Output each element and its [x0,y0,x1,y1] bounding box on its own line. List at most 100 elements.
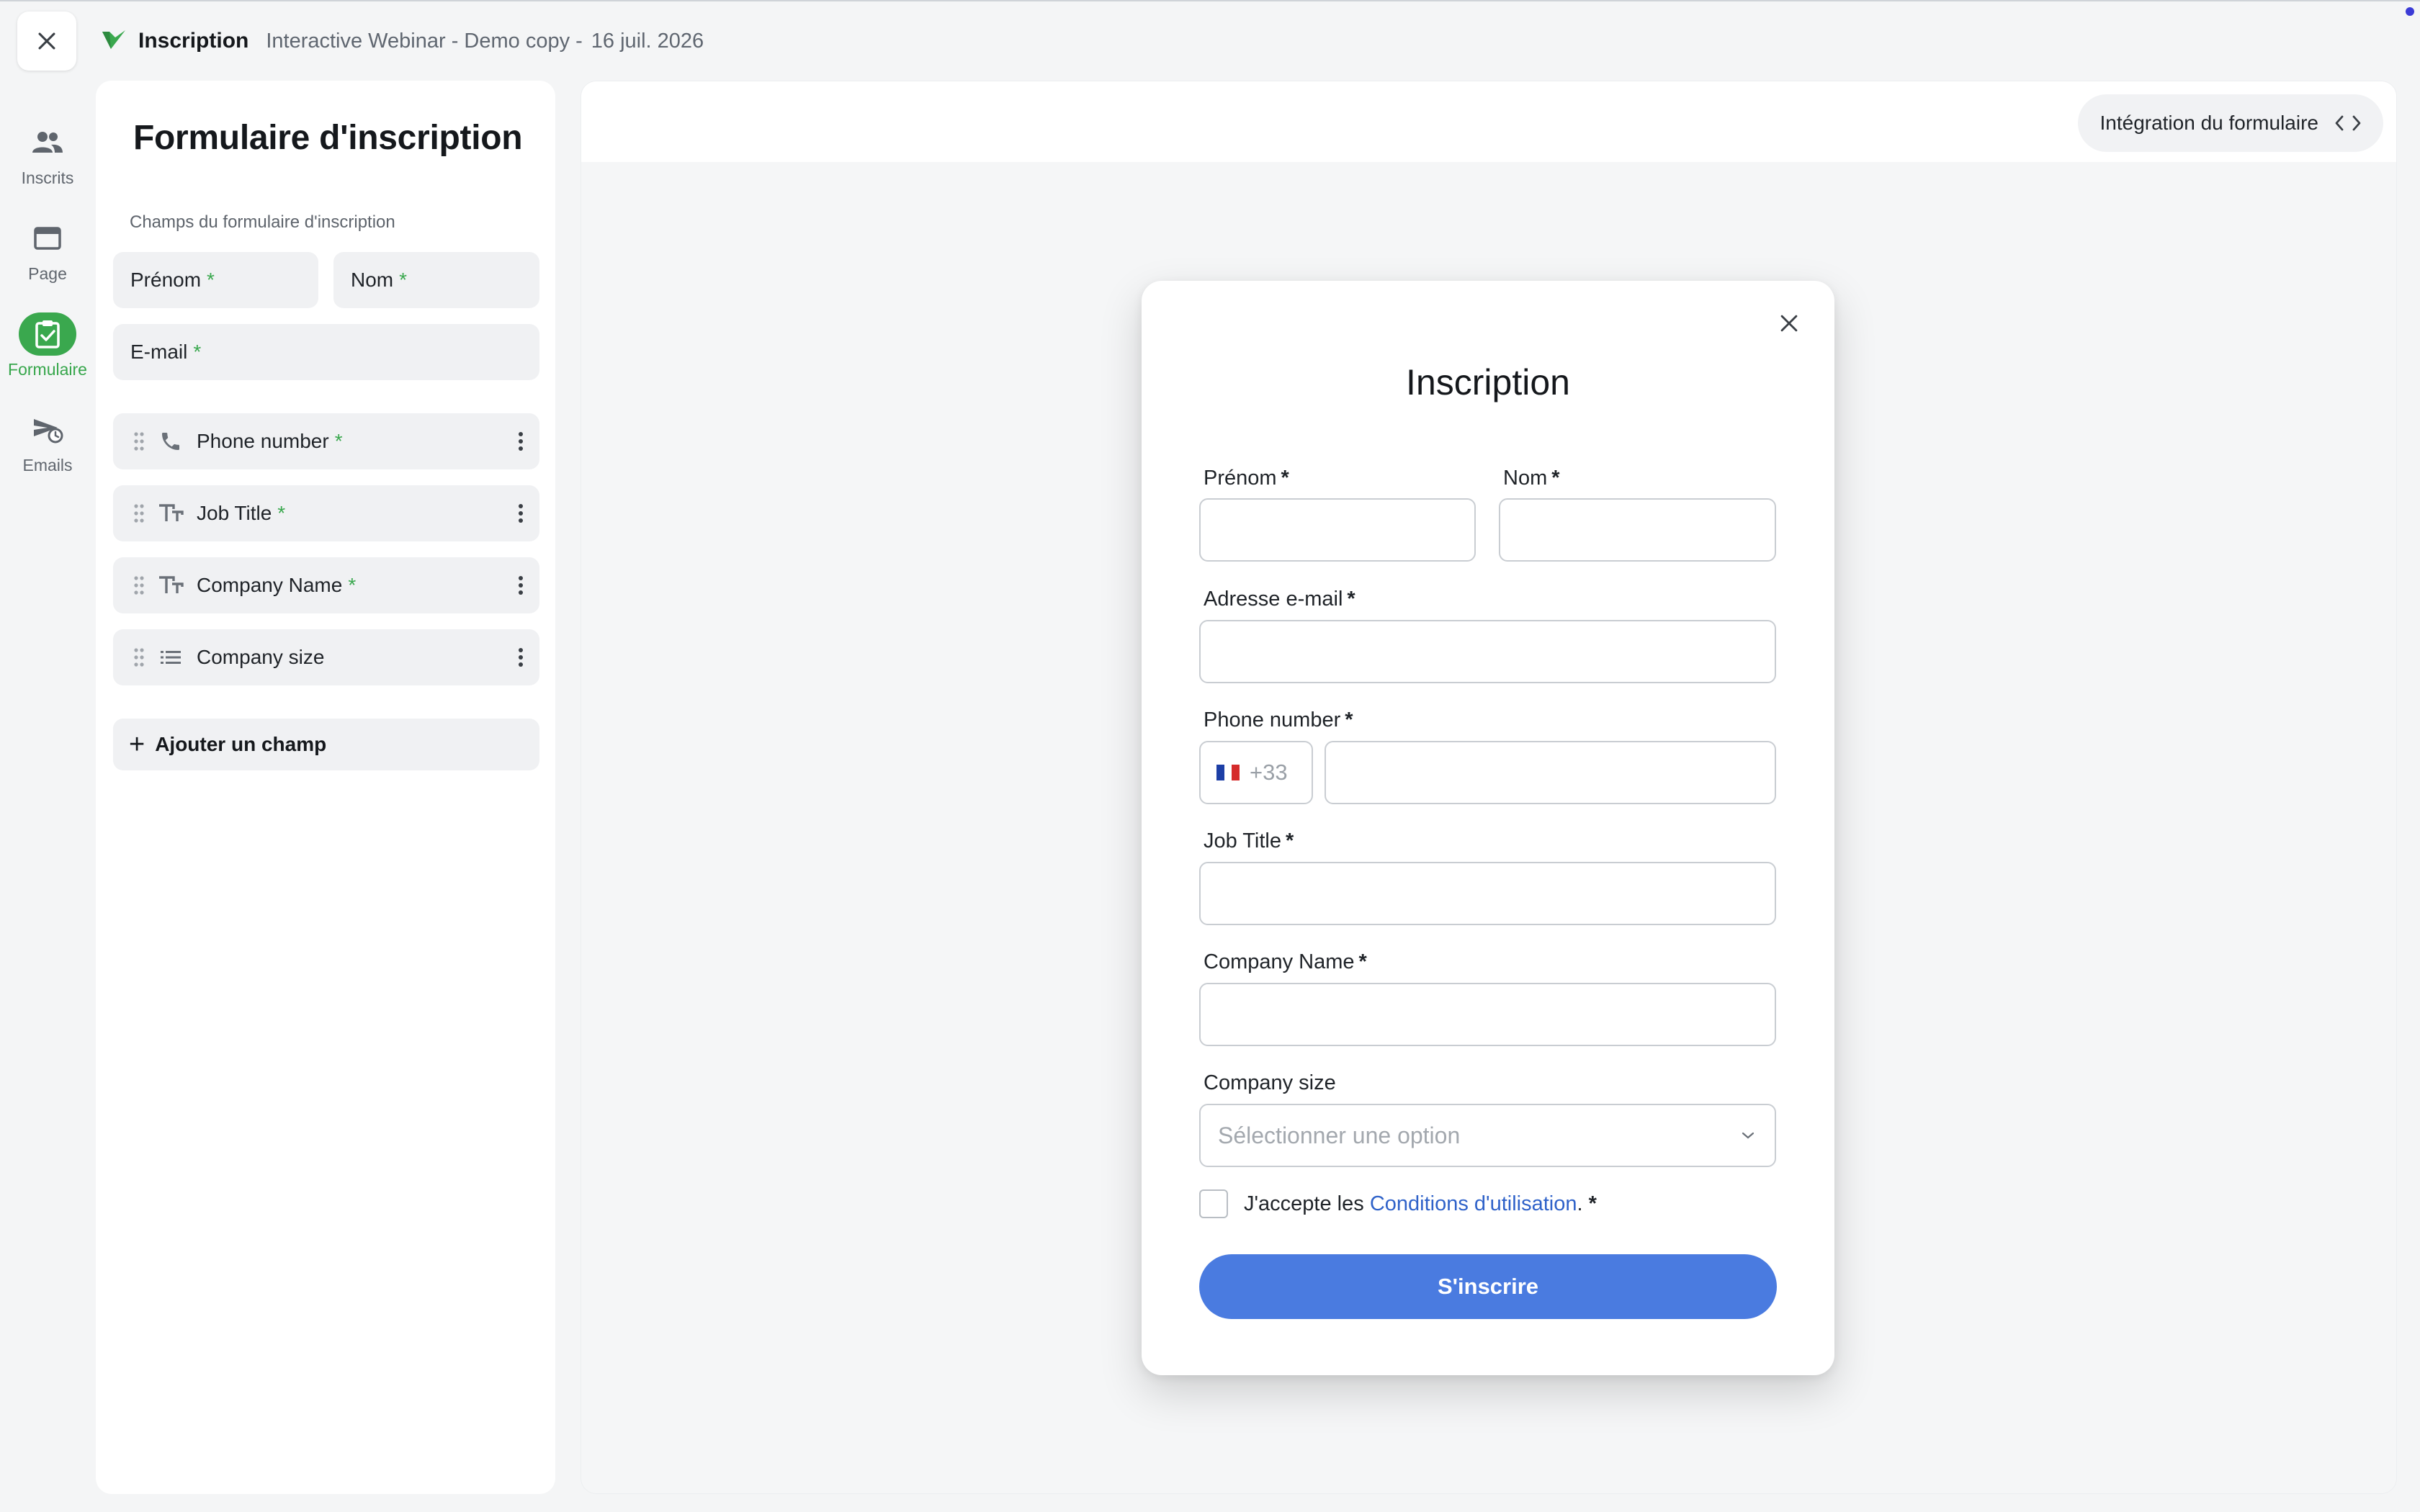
required-marker: * [348,574,357,596]
sidebar-item-label: Inscrits [21,168,74,187]
embed-form-button[interactable]: Intégration du formulaire [2078,94,2383,152]
drag-handle-icon[interactable] [126,647,152,668]
field-name: Phone number [197,430,329,452]
page-title: Inscription [138,29,249,53]
email-label: Adresse e-mail * [1204,588,1355,611]
panel-title: Formulaire d'inscription [133,119,523,157]
field-phone-number[interactable]: Phone number * [113,413,539,469]
email-input[interactable] [1199,620,1776,683]
modal-title: Inscription [1406,362,1570,402]
more-options-icon[interactable] [502,647,539,668]
phone-label: Phone number * [1204,708,1353,732]
terms-text: J'accepte les Conditions d'utilisation. … [1244,1192,1597,1216]
label-text: Adresse e-mail [1204,588,1343,611]
field-first-name[interactable]: Prénom * [113,252,318,308]
more-options-icon[interactable] [502,431,539,452]
required-marker: * [1347,588,1355,611]
terms-row: J'accepte les Conditions d'utilisation. … [1199,1189,1597,1218]
company-name-label: Company Name * [1204,950,1367,974]
sidebar-item-label: Formulaire [8,360,87,379]
terms-checkbox[interactable] [1199,1189,1228,1218]
required-marker: * [399,269,408,291]
terms-prefix: J'accepte les [1244,1192,1364,1215]
close-editor-button[interactable] [17,12,76,71]
field-email[interactable]: E-mail * [113,324,539,380]
more-options-icon[interactable] [502,575,539,596]
required-marker: * [1588,1192,1597,1215]
label-text: Company size [1204,1071,1336,1094]
section-label: Champs du formulaire d'inscription [130,212,395,232]
required-marker: * [1286,829,1294,852]
first-name-label: Prénom * [1204,467,1289,490]
phone-input[interactable] [1325,741,1776,804]
field-job-title[interactable]: Job Title * [113,485,539,541]
company-size-select[interactable]: Sélectionner une option [1199,1104,1776,1167]
sidebar-item-label: Page [28,264,67,283]
status-dot [2406,7,2414,16]
phone-prefix: +33 [1250,760,1288,785]
required-marker: * [1551,467,1560,490]
embed-form-label: Intégration du formulaire [2099,112,2318,134]
sidebar-item-page[interactable]: Page [0,211,95,307]
required-marker: * [1358,950,1367,973]
company-size-label: Company size [1204,1071,1336,1095]
last-name-label: Nom * [1503,467,1560,490]
sidebar-item-inscrits[interactable]: Inscrits [0,115,95,211]
fr-flag-icon [1216,765,1240,780]
select-placeholder: Sélectionner une option [1218,1122,1461,1148]
label-text: Prénom [1204,467,1277,490]
label-text: Job Title [1204,829,1281,852]
drag-handle-icon[interactable] [126,431,152,452]
field-name: Job Title [197,502,272,524]
drag-handle-icon[interactable] [126,575,152,596]
job-title-input[interactable] [1199,862,1776,925]
code-brackets-icon [2335,115,2361,131]
header-separator: - [575,29,583,53]
chevron-down-icon [1742,1132,1754,1139]
field-company-size[interactable]: Company size [113,629,539,685]
window-top-border [0,0,2420,1]
close-icon [38,32,55,50]
field-last-name[interactable]: Nom * [333,252,539,308]
field-name: Company size [197,646,325,668]
required-marker: * [1345,708,1353,732]
header: Inscription Interactive Webinar - Demo c… [101,24,704,58]
required-marker: * [193,341,202,363]
clipboard-check-icon [19,312,76,356]
field-name: Company Name [197,574,343,596]
add-field-button[interactable]: + Ajouter un champ [113,719,539,770]
text-type-icon [155,503,187,524]
field-label: Prénom [130,269,202,291]
phone-country-select[interactable]: +33 [1199,741,1313,804]
sidebar-nav: Inscrits Page Formulaire Emails [0,115,95,498]
label-text: Company Name [1204,950,1355,973]
required-marker: * [277,502,286,524]
field-label: E-mail [130,341,188,363]
close-icon [1780,315,1798,332]
sidebar-item-label: Emails [22,456,73,474]
brand-logo-icon [101,29,127,53]
form-fields-panel: Formulaire d'inscription Champs du formu… [96,81,555,1494]
last-name-input[interactable] [1499,498,1776,562]
add-field-label: Ajouter un champ [155,733,327,755]
modal-close-button[interactable] [1771,305,1807,341]
text-type-icon [155,575,187,596]
field-label: Nom [351,269,394,291]
company-name-input[interactable] [1199,983,1776,1046]
required-marker: * [334,430,343,452]
required-marker: * [1281,467,1289,490]
event-name: Interactive Webinar - Demo copy [266,29,570,53]
job-title-label: Job Title * [1204,829,1294,853]
sidebar-item-emails[interactable]: Emails [0,402,95,498]
plus-icon: + [129,729,145,760]
register-submit-button[interactable]: S'inscrire [1199,1254,1777,1319]
send-clock-icon [19,408,76,451]
label-text: Nom [1503,467,1548,490]
drag-handle-icon[interactable] [126,503,152,524]
sidebar-item-formulaire[interactable]: Formulaire [0,307,95,402]
label-text: Phone number [1204,708,1341,732]
first-name-input[interactable] [1199,498,1476,562]
more-options-icon[interactable] [502,503,539,524]
terms-link[interactable]: Conditions d'utilisation [1370,1192,1577,1215]
field-company-name[interactable]: Company Name * [113,557,539,613]
